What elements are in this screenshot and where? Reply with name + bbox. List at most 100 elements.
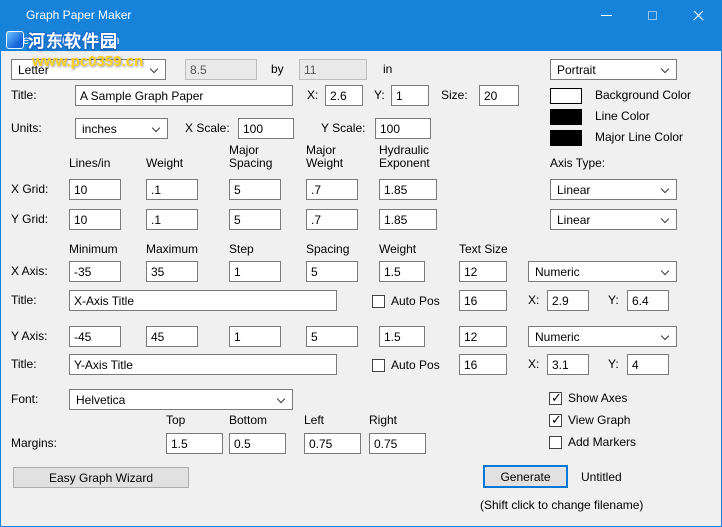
menu-graph[interactable]: Graph [77, 33, 128, 47]
x-axis-weight-field[interactable] [379, 261, 425, 282]
x-title-autopos-checkbox[interactable]: Auto Pos [372, 293, 440, 309]
window-title: Graph Paper Maker [26, 8, 132, 22]
show-axes-checkbox[interactable]: Show Axes [549, 390, 627, 406]
y-scale-label: Y Scale: [321, 121, 366, 135]
x-grid-lines-field[interactable] [69, 179, 121, 200]
close-icon [692, 9, 705, 22]
y-grid-major-weight-field[interactable] [306, 209, 358, 230]
y-axis-weight-field[interactable] [379, 326, 425, 347]
x-title-field[interactable] [69, 290, 337, 311]
title-y-field[interactable] [391, 85, 429, 106]
font-select[interactable]: Helvetica [69, 389, 293, 410]
x-axis-spacing-field[interactable] [306, 261, 358, 282]
major-line-color-swatch[interactable] [550, 130, 582, 146]
add-markers-checkbox[interactable]: Add Markers [549, 434, 636, 450]
y-title-autopos-checkbox[interactable]: Auto Pos [372, 357, 440, 373]
header-minimum: Minimum [69, 242, 118, 256]
y-title-field[interactable] [69, 354, 337, 375]
x-title-label: Title: [11, 293, 37, 307]
y-axis-type-select[interactable]: Linear [550, 209, 677, 230]
y-title-y-field[interactable] [627, 354, 669, 375]
y-axis-min-field[interactable] [69, 326, 121, 347]
x-title-x-field[interactable] [547, 290, 589, 311]
y-grid-weight-field[interactable] [146, 209, 198, 230]
x-axis-min-field[interactable] [69, 261, 121, 282]
x-axis-text-size-field[interactable] [459, 261, 507, 282]
y-axis-format-value: Numeric [535, 329, 580, 344]
paper-size-select[interactable]: Letter [11, 59, 166, 80]
x-scale-field[interactable] [238, 118, 294, 139]
y-axis-format-select[interactable]: Numeric [528, 326, 677, 347]
margin-right-field[interactable] [369, 433, 426, 454]
title-field[interactable] [75, 85, 293, 106]
app-window: Graph Paper Maker File Edit Graph 河东软件园 … [0, 0, 722, 527]
title-x-label: X: [307, 88, 319, 102]
x-grid-major-weight-field[interactable] [306, 179, 358, 200]
line-color-swatch[interactable] [550, 109, 582, 125]
view-graph-checkbox[interactable]: View Graph [549, 412, 630, 428]
chevron-down-icon [660, 331, 670, 341]
header-margin-left: Left [304, 413, 325, 427]
y-title-x-label: X: [528, 357, 540, 371]
title-y-label: Y: [374, 88, 385, 102]
close-button[interactable] [675, 1, 721, 29]
x-title-autopos-label: Auto Pos [391, 294, 440, 308]
chevron-down-icon [149, 64, 159, 74]
line-color-label: Line Color [595, 109, 650, 123]
header-axis-weight: Weight [379, 242, 417, 256]
minimize-button[interactable] [583, 1, 629, 29]
maximize-icon [647, 10, 657, 20]
header-step: Step [229, 242, 254, 256]
x-title-size-field[interactable] [459, 290, 507, 311]
x-title-y-field[interactable] [627, 290, 669, 311]
orientation-select[interactable]: Portrait [550, 59, 677, 80]
title-size-field[interactable] [479, 85, 519, 106]
x-axis-format-select[interactable]: Numeric [528, 261, 677, 282]
header-maximum: Maximum [146, 242, 199, 256]
chevron-down-icon [660, 184, 670, 194]
menu-edit[interactable]: Edit [38, 33, 77, 47]
filename-label: Untitled [581, 470, 622, 484]
margin-top-field[interactable] [166, 433, 223, 454]
y-title-size-field[interactable] [459, 354, 507, 375]
y-axis-text-size-field[interactable] [459, 326, 507, 347]
caption-buttons [583, 1, 721, 29]
units-value: inches [82, 121, 117, 136]
generate-button[interactable]: Generate [483, 465, 568, 488]
units-select[interactable]: inches [75, 118, 168, 139]
maximize-button[interactable] [629, 1, 675, 29]
background-color-swatch[interactable] [550, 88, 582, 104]
x-grid-major-spacing-field[interactable] [229, 179, 281, 200]
menu-file[interactable]: File [1, 33, 38, 47]
margin-bottom-field[interactable] [229, 433, 286, 454]
title-x-field[interactable] [325, 85, 363, 106]
margins-label: Margins: [11, 436, 58, 450]
y-axis-max-field[interactable] [146, 326, 198, 347]
x-grid-hydraulic-field[interactable] [379, 179, 437, 200]
x-axis-step-field[interactable] [229, 261, 281, 282]
chevron-down-icon [151, 123, 161, 133]
x-axis-type-value: Linear [557, 182, 591, 197]
paper-size-value: Letter [18, 62, 49, 77]
header-text-size: Text Size [459, 242, 508, 256]
easy-graph-wizard-button[interactable]: Easy Graph Wizard [13, 467, 189, 488]
x-grid-weight-field[interactable] [146, 179, 198, 200]
x-scale-label: X Scale: [185, 121, 230, 135]
y-grid-major-spacing-field[interactable] [229, 209, 281, 230]
y-axis-step-field[interactable] [229, 326, 281, 347]
orientation-value: Portrait [557, 62, 596, 77]
y-grid-hydraulic-field[interactable] [379, 209, 437, 230]
margin-left-field[interactable] [304, 433, 361, 454]
x-axis-max-field[interactable] [146, 261, 198, 282]
x-axis-format-value: Numeric [535, 264, 580, 279]
y-grid-lines-field[interactable] [69, 209, 121, 230]
y-title-x-field[interactable] [547, 354, 589, 375]
title-bar[interactable]: Graph Paper Maker [1, 1, 721, 29]
menu-bar: File Edit Graph [1, 29, 721, 51]
y-axis-spacing-field[interactable] [306, 326, 358, 347]
chevron-down-icon [276, 394, 286, 404]
add-markers-label: Add Markers [568, 435, 637, 449]
font-label: Font: [11, 392, 39, 406]
x-axis-type-select[interactable]: Linear [550, 179, 677, 200]
y-scale-field[interactable] [375, 118, 431, 139]
